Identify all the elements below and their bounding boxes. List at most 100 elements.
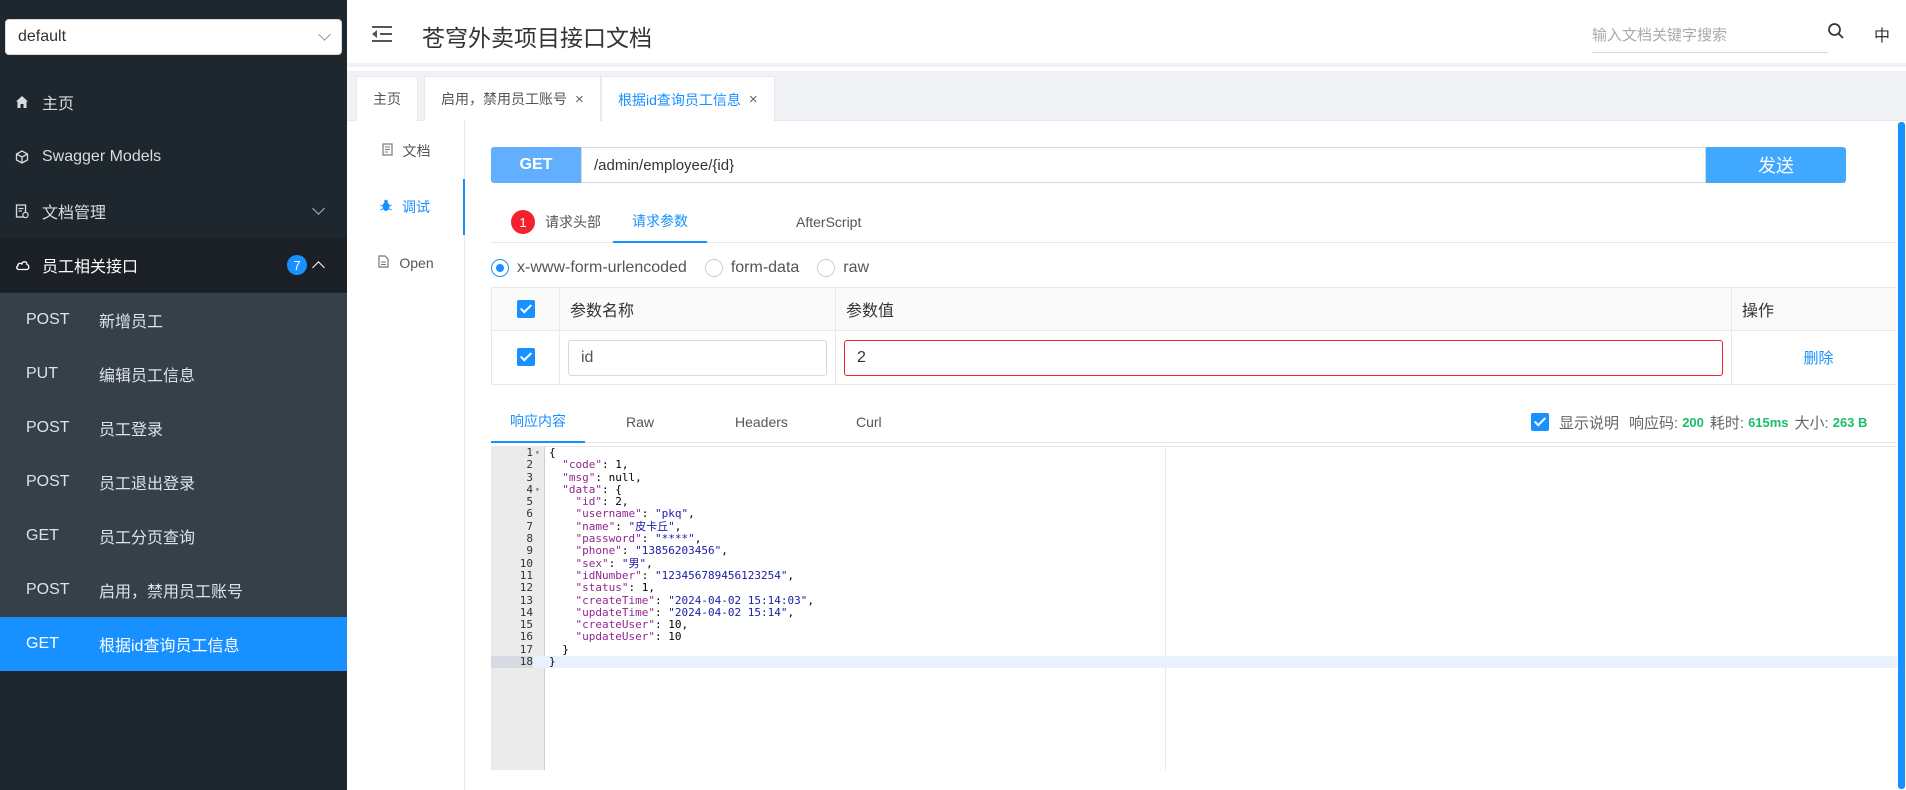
count-badge: 7 <box>287 255 307 275</box>
api-method: GET <box>26 635 59 652</box>
code-lines: 1 ▾{2 "code": 1, 3 "msg": null, 4 ▾ "data": … <box>491 446 1906 669</box>
radio-urlencoded[interactable]: x-www-form-urlencoded <box>491 259 687 277</box>
code-label: 响应码: <box>1629 414 1679 432</box>
response-meta: 显示说明 响应码: 200 耗时: 615ms 大小: 263 B <box>1531 401 1873 443</box>
sidebar-item-label: 文档管理 <box>42 205 107 222</box>
search-icon[interactable] <box>1827 22 1847 42</box>
close-icon[interactable]: × <box>749 91 758 108</box>
main-panel: GET /admin/employee/{id} 发送 1 请求头部 请求参数 … <box>465 121 1906 790</box>
url-bar: GET /admin/employee/{id} 发送 <box>491 147 1846 183</box>
code-line: 11 "idNumber": "123456789456123254", <box>491 569 1906 582</box>
api-item[interactable]: POST 新增员工 <box>0 293 347 347</box>
header: 苍穹外卖项目接口文档 中 <box>347 0 1906 67</box>
api-label: 员工登录 <box>99 422 164 439</box>
code-line: 14 "updateTime": "2024-04-02 15:14", <box>491 606 1906 619</box>
column-header-value: 参数值 <box>835 287 1732 331</box>
tab-toggle-employee[interactable]: 启用，禁用员工账号 × <box>424 76 601 121</box>
request-tabs: 1 请求头部 请求参数 AfterScript <box>491 201 1906 243</box>
group-select[interactable]: default <box>5 19 342 55</box>
api-method: POST <box>26 419 70 436</box>
doc-menu-open[interactable]: Open <box>347 235 465 291</box>
sidebar-item-swagger-models[interactable]: Swagger Models <box>0 130 347 184</box>
fold-arrow-icon[interactable]: ▾ <box>535 447 540 459</box>
tab-response-curl[interactable]: Curl <box>856 401 882 443</box>
tab-label: AfterScript <box>796 214 862 230</box>
url-input[interactable]: /admin/employee/{id} <box>581 147 1706 183</box>
line-number: 12 <box>519 581 533 595</box>
table-row: id 2 删除 <box>491 330 1906 385</box>
radio-label: raw <box>843 259 870 276</box>
api-label: 编辑员工信息 <box>99 368 196 385</box>
code-line: 1 ▾{ <box>491 446 1906 459</box>
api-label: 员工退出登录 <box>99 476 196 493</box>
code-line: 15 "createUser": 10, <box>491 618 1906 631</box>
tab-afterscript[interactable]: AfterScript <box>796 201 861 243</box>
close-icon[interactable]: × <box>575 91 584 108</box>
api-item[interactable]: GET 员工分页查询 <box>0 509 347 563</box>
param-value-input[interactable]: 2 <box>844 339 1723 376</box>
tab-response-headers[interactable]: Headers <box>735 401 788 443</box>
send-button[interactable]: 发送 <box>1706 147 1846 183</box>
doc-menu-docs[interactable]: 文档 <box>347 123 465 179</box>
tab-response-raw[interactable]: Raw <box>626 401 654 443</box>
param-table: 参数名称 参数值 操作 id 2 删除 <box>491 287 1906 385</box>
sidebar-group-employee[interactable]: 员工相关接口 7 <box>0 238 347 292</box>
show-desc-label: 显示说明 <box>1559 414 1620 432</box>
show-desc-checkbox[interactable] <box>1531 413 1549 431</box>
param-name-input[interactable]: id <box>568 339 827 376</box>
tab-get-employee-by-id[interactable]: 根据id查询员工信息 × <box>601 76 775 122</box>
response-size: 263 B <box>1832 414 1868 430</box>
code-line: 2 "code": 1, <box>491 458 1906 471</box>
sidebar-item-label: 员工相关接口 <box>42 259 139 276</box>
tab-home[interactable]: 主页 <box>356 76 418 121</box>
response-code-editor[interactable]: 1 ▾{2 "code": 1, 3 "msg": null, 4 ▾ "data": … <box>491 446 1906 770</box>
group-select-value: default <box>18 28 67 45</box>
scrollbar[interactable] <box>1897 121 1906 790</box>
code-line: 16 "updateUser": 10 <box>491 630 1906 644</box>
scroll-thumb[interactable] <box>1898 122 1905 789</box>
language-switch[interactable]: 中 <box>1874 22 1890 46</box>
radio-label: form-data <box>730 259 800 276</box>
api-list: POST 新增员工 PUT 编辑员工信息 POST 员工登录 POST 员工退出… <box>0 293 347 671</box>
api-item[interactable]: POST 员工登录 <box>0 401 347 455</box>
doc-menu-label: 文档 <box>402 143 431 159</box>
tab-response-content[interactable]: 响应内容 <box>491 401 585 443</box>
tab-request-headers[interactable]: 1 请求头部 <box>511 201 601 243</box>
menu-toggle-icon[interactable] <box>372 24 392 44</box>
fold-arrow-icon[interactable]: ▾ <box>535 484 540 496</box>
api-label: 新增员工 <box>99 314 164 331</box>
code-line: 7 "name": "皮卡丘", <box>491 520 1906 533</box>
sidebar-item-home[interactable]: 主页 <box>0 75 347 129</box>
doc-menu: 文档 调试 Open <box>347 121 465 790</box>
param-name-cell: id <box>559 330 836 385</box>
radio-form-data[interactable]: form-data <box>704 259 800 277</box>
tab-label: 请求头部 <box>545 214 601 230</box>
row-checkbox[interactable] <box>516 348 535 367</box>
select-all-checkbox[interactable] <box>516 299 535 318</box>
doc-menu-label: Open <box>399 255 434 271</box>
chevron-up-icon <box>312 261 325 274</box>
api-item[interactable]: POST 启用，禁用员工账号 <box>0 563 347 617</box>
doc-menu-label: 调试 <box>402 199 430 215</box>
radio-raw[interactable]: raw <box>817 259 869 277</box>
tab-label: Headers <box>735 414 788 430</box>
search-input[interactable] <box>1592 19 1828 53</box>
code-text: "updateUser": 10 <box>575 630 682 644</box>
bug-icon <box>380 199 392 215</box>
tab-request-params[interactable]: 请求参数 <box>613 201 707 243</box>
doc-menu-debug[interactable]: 调试 <box>347 179 465 235</box>
api-method: GET <box>26 527 59 544</box>
api-method: POST <box>26 311 70 328</box>
sidebar-item-doc-manage[interactable]: 文档管理 <box>0 184 347 238</box>
delete-link[interactable]: 删除 <box>1740 347 1897 368</box>
code-line: 6 "username": "pkq", <box>491 508 1906 521</box>
chevron-down-icon <box>318 28 331 41</box>
api-item[interactable]: PUT 编辑员工信息 <box>0 347 347 401</box>
api-item-active[interactable]: GET 根据id查询员工信息 <box>0 617 347 671</box>
response-tabs: 响应内容 Raw Headers Curl 显示说明 响应码: 200 耗时: … <box>491 401 1906 443</box>
api-item[interactable]: POST 员工退出登录 <box>0 455 347 509</box>
tab-label: 根据id查询员工信息 <box>618 91 741 108</box>
table-header-row: 参数名称 参数值 操作 <box>491 287 1906 331</box>
time-label: 耗时: <box>1709 414 1745 432</box>
chevron-down-icon <box>312 202 325 215</box>
